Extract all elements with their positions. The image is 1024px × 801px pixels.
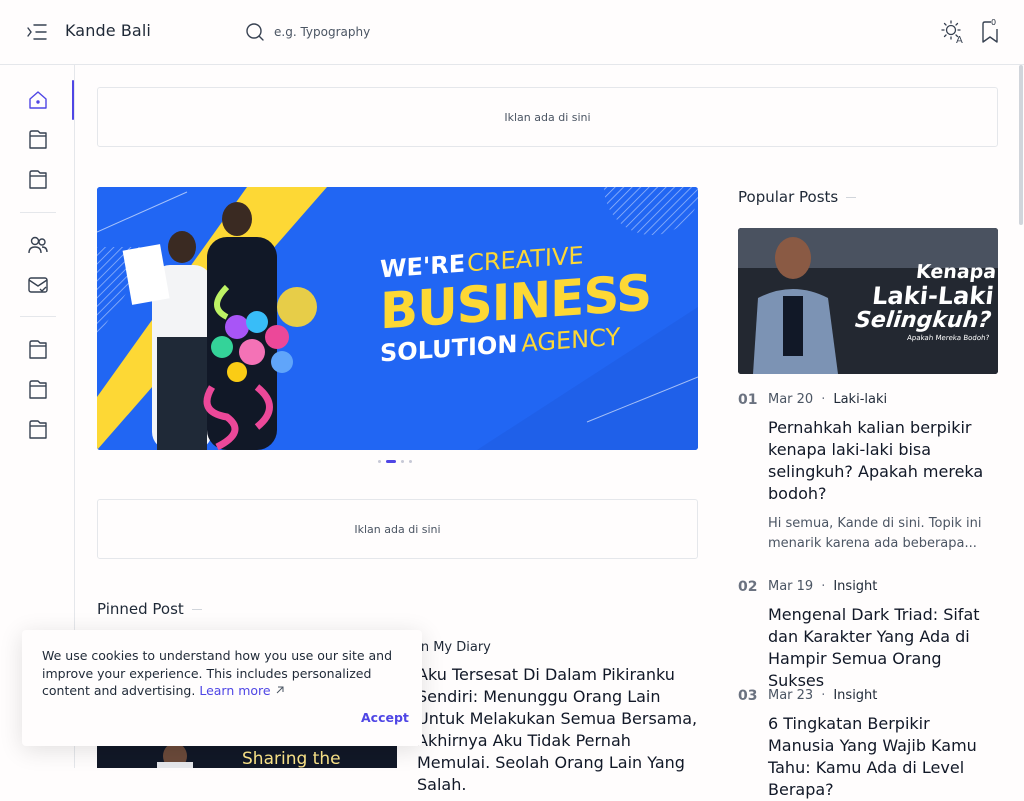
- external-link-icon: [276, 686, 284, 694]
- popular-thumb-line-1: Kenapa: [915, 261, 998, 283]
- slider-dot-3[interactable]: [401, 459, 404, 463]
- popular-thumb-line-3: Selingkuh?: [853, 308, 993, 333]
- post-category[interactable]: Insight: [833, 688, 877, 703]
- heading-dash: [846, 196, 857, 198]
- bookmark-icon[interactable]: [978, 19, 1002, 45]
- post-date: Mar 23: [768, 688, 814, 703]
- theme-toggle-icon[interactable]: A: [940, 20, 966, 46]
- meta-separator: ·: [821, 579, 826, 594]
- hero-slide[interactable]: WE'RECREATIVE BUSINESS SOLUTION AGENCY: [97, 187, 698, 450]
- bookmark-count-badge: 0: [991, 18, 997, 27]
- hero-headline: WE'RECREATIVE BUSINESS SOLUTION AGENCY: [380, 235, 680, 367]
- search-input[interactable]: [274, 20, 574, 44]
- slider-dot-1[interactable]: [378, 459, 381, 463]
- sidebar-active-indicator: [72, 80, 74, 120]
- popular-post-meta: Mar 20 · Laki-laki: [768, 392, 887, 407]
- folder-icon[interactable]: [26, 168, 50, 192]
- learn-more-label: Learn more: [199, 683, 271, 698]
- folder-icon[interactable]: [26, 338, 50, 362]
- popular-thumb-line-2: Laki-Laki: [870, 282, 996, 310]
- post-date: Mar 19: [768, 579, 814, 594]
- popular-post-meta: Mar 23 · Insight: [768, 688, 877, 703]
- top-header: Kande Bali A 0: [0, 0, 1024, 65]
- accept-cookies-button[interactable]: Accept: [361, 710, 409, 725]
- scrollbar-thumb[interactable]: [1019, 65, 1023, 225]
- popular-post-number: 01: [738, 392, 758, 408]
- menu-toggle-icon[interactable]: [26, 22, 48, 42]
- post-date: Mar 20: [768, 392, 814, 407]
- pinned-post-link[interactable]: Aku Tersesat Di Dalam Pikiranku Sendiri:…: [417, 664, 707, 796]
- post-category[interactable]: Insight: [833, 579, 877, 594]
- mail-check-icon[interactable]: [26, 273, 50, 297]
- site-brand[interactable]: Kande Bali: [65, 21, 151, 40]
- users-icon[interactable]: [26, 233, 50, 257]
- svg-text:A: A: [956, 35, 963, 44]
- heading-dash: [191, 608, 202, 610]
- popular-post-excerpt: Hi semua, Kande di sini. Topik ini menar…: [768, 516, 982, 551]
- popular-post-thumbnail[interactable]: Kenapa Laki-Laki Selingkuh? Apakah Merek…: [738, 228, 998, 374]
- cookie-banner: We use cookies to understand how you use…: [22, 630, 422, 746]
- slider-dot-2[interactable]: [386, 459, 396, 463]
- popular-post-title[interactable]: Pernahkah kalian berpikir kenapa laki-la…: [768, 417, 998, 505]
- slider-dot-4[interactable]: [409, 459, 412, 463]
- pinned-thumb-text: Sharing the: [242, 749, 341, 768]
- ad-banner-top[interactable]: Iklan ada di sini: [97, 87, 998, 147]
- popular-thumb-line-4: Apakah Mereka Bodoh?: [906, 334, 990, 342]
- sidebar-divider: [20, 316, 56, 317]
- home-icon[interactable]: [26, 88, 50, 112]
- sidebar-divider: [20, 212, 56, 213]
- popular-post-title[interactable]: 6 Tingkatan Berpikir Manusia Yang Wajib …: [768, 713, 998, 801]
- folder-icon[interactable]: [26, 418, 50, 442]
- popular-post-title[interactable]: Mengenal Dark Triad: Sifat dan Karakter …: [768, 604, 998, 692]
- meta-separator: ·: [821, 688, 826, 703]
- pinned-post-category[interactable]: In My Diary: [417, 640, 491, 655]
- popular-posts-heading: Popular Posts: [738, 188, 857, 206]
- search-icon: [245, 22, 265, 42]
- ad-banner-middle[interactable]: Iklan ada di sini: [97, 499, 698, 559]
- pinned-post-heading: Pinned Post: [97, 600, 202, 618]
- ad-label: Iklan ada di sini: [354, 522, 441, 536]
- learn-more-link[interactable]: Learn more: [199, 683, 284, 698]
- popular-post-number: 03: [738, 688, 758, 704]
- popular-posts-title: Popular Posts: [738, 188, 839, 206]
- post-category[interactable]: Laki-laki: [833, 392, 887, 407]
- popular-thumb-headline: Kenapa Laki-Laki Selingkuh? Apakah Merek…: [814, 261, 998, 343]
- slider-dots: [378, 459, 412, 463]
- page-scrollbar[interactable]: [1018, 65, 1024, 768]
- folder-icon[interactable]: [26, 128, 50, 152]
- meta-separator: ·: [821, 392, 826, 407]
- ad-label: Iklan ada di sini: [504, 110, 591, 124]
- pinned-post-title: Pinned Post: [97, 600, 184, 618]
- popular-post-number: 02: [738, 579, 758, 595]
- folder-icon[interactable]: [26, 378, 50, 402]
- popular-post-meta: Mar 19 · Insight: [768, 579, 877, 594]
- cookie-message: We use cookies to understand how you use…: [42, 647, 402, 700]
